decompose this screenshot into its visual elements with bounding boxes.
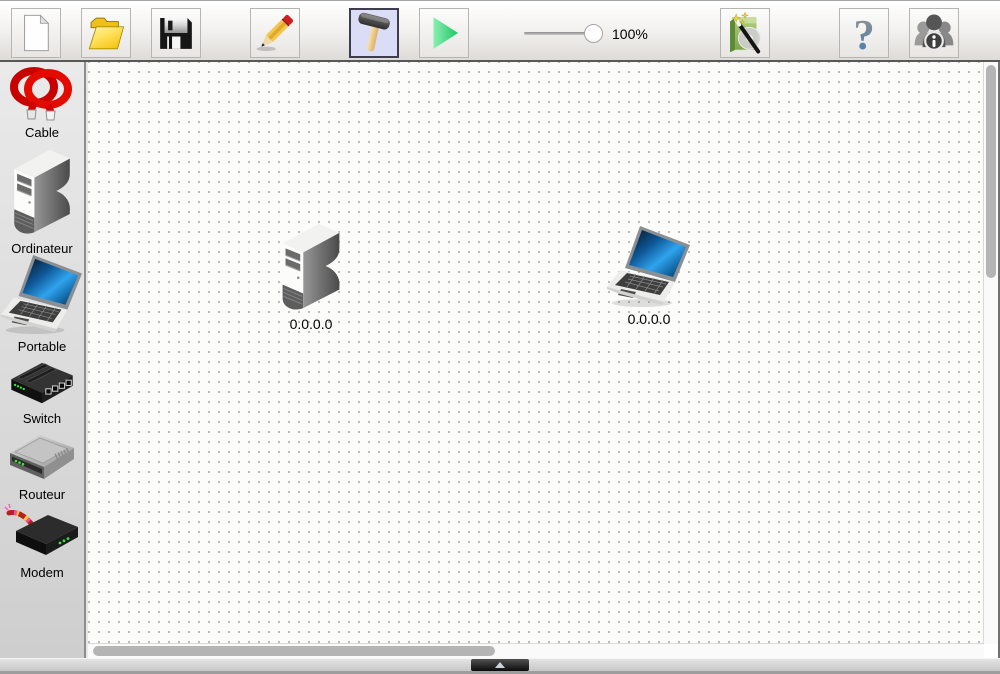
modem-icon (4, 502, 80, 562)
palette-label-routeur: Routeur (19, 487, 65, 502)
message-panel-bar (0, 658, 1000, 674)
canvas-grid[interactable] (88, 62, 984, 644)
documentation-mode-button[interactable] (250, 8, 300, 58)
canvas-device-portable[interactable]: 0.0.0.0 (605, 225, 693, 327)
about-people-icon (912, 11, 956, 55)
palette-label-portable: Portable (18, 339, 66, 354)
horizontal-scrollbar[interactable] (88, 644, 984, 658)
design-mode-button[interactable] (349, 8, 399, 58)
zoom-slider-knob[interactable] (584, 24, 603, 43)
palette-item-modem[interactable]: Modem (0, 502, 84, 580)
component-palette: Cable Ordinateur (0, 62, 86, 658)
pencil-icon (253, 11, 297, 55)
wizard-icon (723, 11, 767, 55)
new-file-button[interactable] (11, 8, 61, 58)
open-folder-icon (84, 11, 128, 55)
palette-item-cable[interactable]: Cable (0, 64, 84, 140)
help-icon: ? (842, 11, 886, 55)
palette-label-switch: Switch (23, 411, 61, 426)
design-canvas[interactable]: 0.0.0.0 0.0.0.0 (88, 62, 1000, 658)
cable-icon (3, 64, 81, 122)
simulation-mode-button[interactable] (419, 8, 469, 58)
network-simulator-app: 100% ? (0, 0, 1000, 674)
toolbar: 100% ? (0, 0, 1000, 62)
horizontal-scrollbar-thumb[interactable] (93, 646, 495, 656)
laptop-icon (606, 225, 692, 309)
vertical-scrollbar[interactable] (984, 62, 998, 644)
palette-label-cable: Cable (25, 125, 59, 140)
expand-panel-button[interactable] (471, 659, 529, 671)
svg-text:?: ? (853, 12, 874, 55)
desktop-computer-icon (11, 146, 73, 238)
palette-item-portable[interactable]: Portable (0, 254, 84, 354)
switch-icon (6, 360, 78, 408)
palette-item-routeur[interactable]: Routeur (0, 430, 84, 502)
device-ip-label: 0.0.0.0 (628, 311, 671, 327)
router-icon (6, 430, 78, 484)
up-arrow-icon (495, 662, 505, 668)
about-button[interactable] (909, 8, 959, 58)
open-file-button[interactable] (81, 8, 131, 58)
palette-label-modem: Modem (20, 565, 63, 580)
canvas-device-ordinateur[interactable]: 0.0.0.0 (278, 220, 344, 332)
save-icon (154, 11, 198, 55)
palette-item-ordinateur[interactable]: Ordinateur (0, 146, 84, 256)
help-button[interactable]: ? (839, 8, 889, 58)
hammer-icon (352, 11, 396, 55)
device-ip-label: 0.0.0.0 (290, 316, 333, 332)
vertical-scrollbar-thumb[interactable] (986, 65, 996, 278)
palette-item-switch[interactable]: Switch (0, 360, 84, 426)
zoom-level-label: 100% (612, 26, 648, 42)
laptop-icon (0, 254, 84, 336)
play-icon (422, 11, 466, 55)
save-button[interactable] (151, 8, 201, 58)
new-document-icon (14, 11, 58, 55)
wizard-button[interactable] (720, 8, 770, 58)
desktop-computer-icon (279, 220, 343, 314)
